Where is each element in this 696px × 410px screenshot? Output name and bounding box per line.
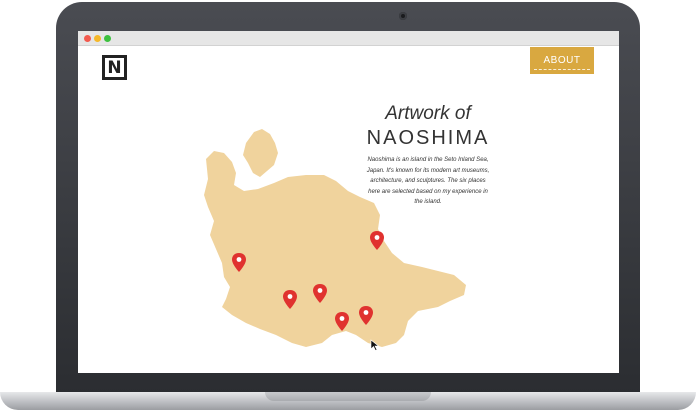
northern-islet [243, 129, 278, 177]
camera-icon [399, 12, 407, 20]
naoshima-map [204, 129, 466, 351]
laptop-notch [265, 392, 431, 401]
page-title-line1: Artwork of [385, 103, 471, 124]
intro-description: Naoshima is an island in the Seto Inland… [366, 157, 490, 205]
browser-screen: N ABOUT Artwork of NAOSHIMA Naoshima is … [78, 31, 619, 373]
site-logo[interactable]: N [102, 55, 127, 80]
about-button[interactable]: ABOUT [530, 47, 594, 74]
page-title-line2: NAOSHIMA [366, 127, 490, 149]
